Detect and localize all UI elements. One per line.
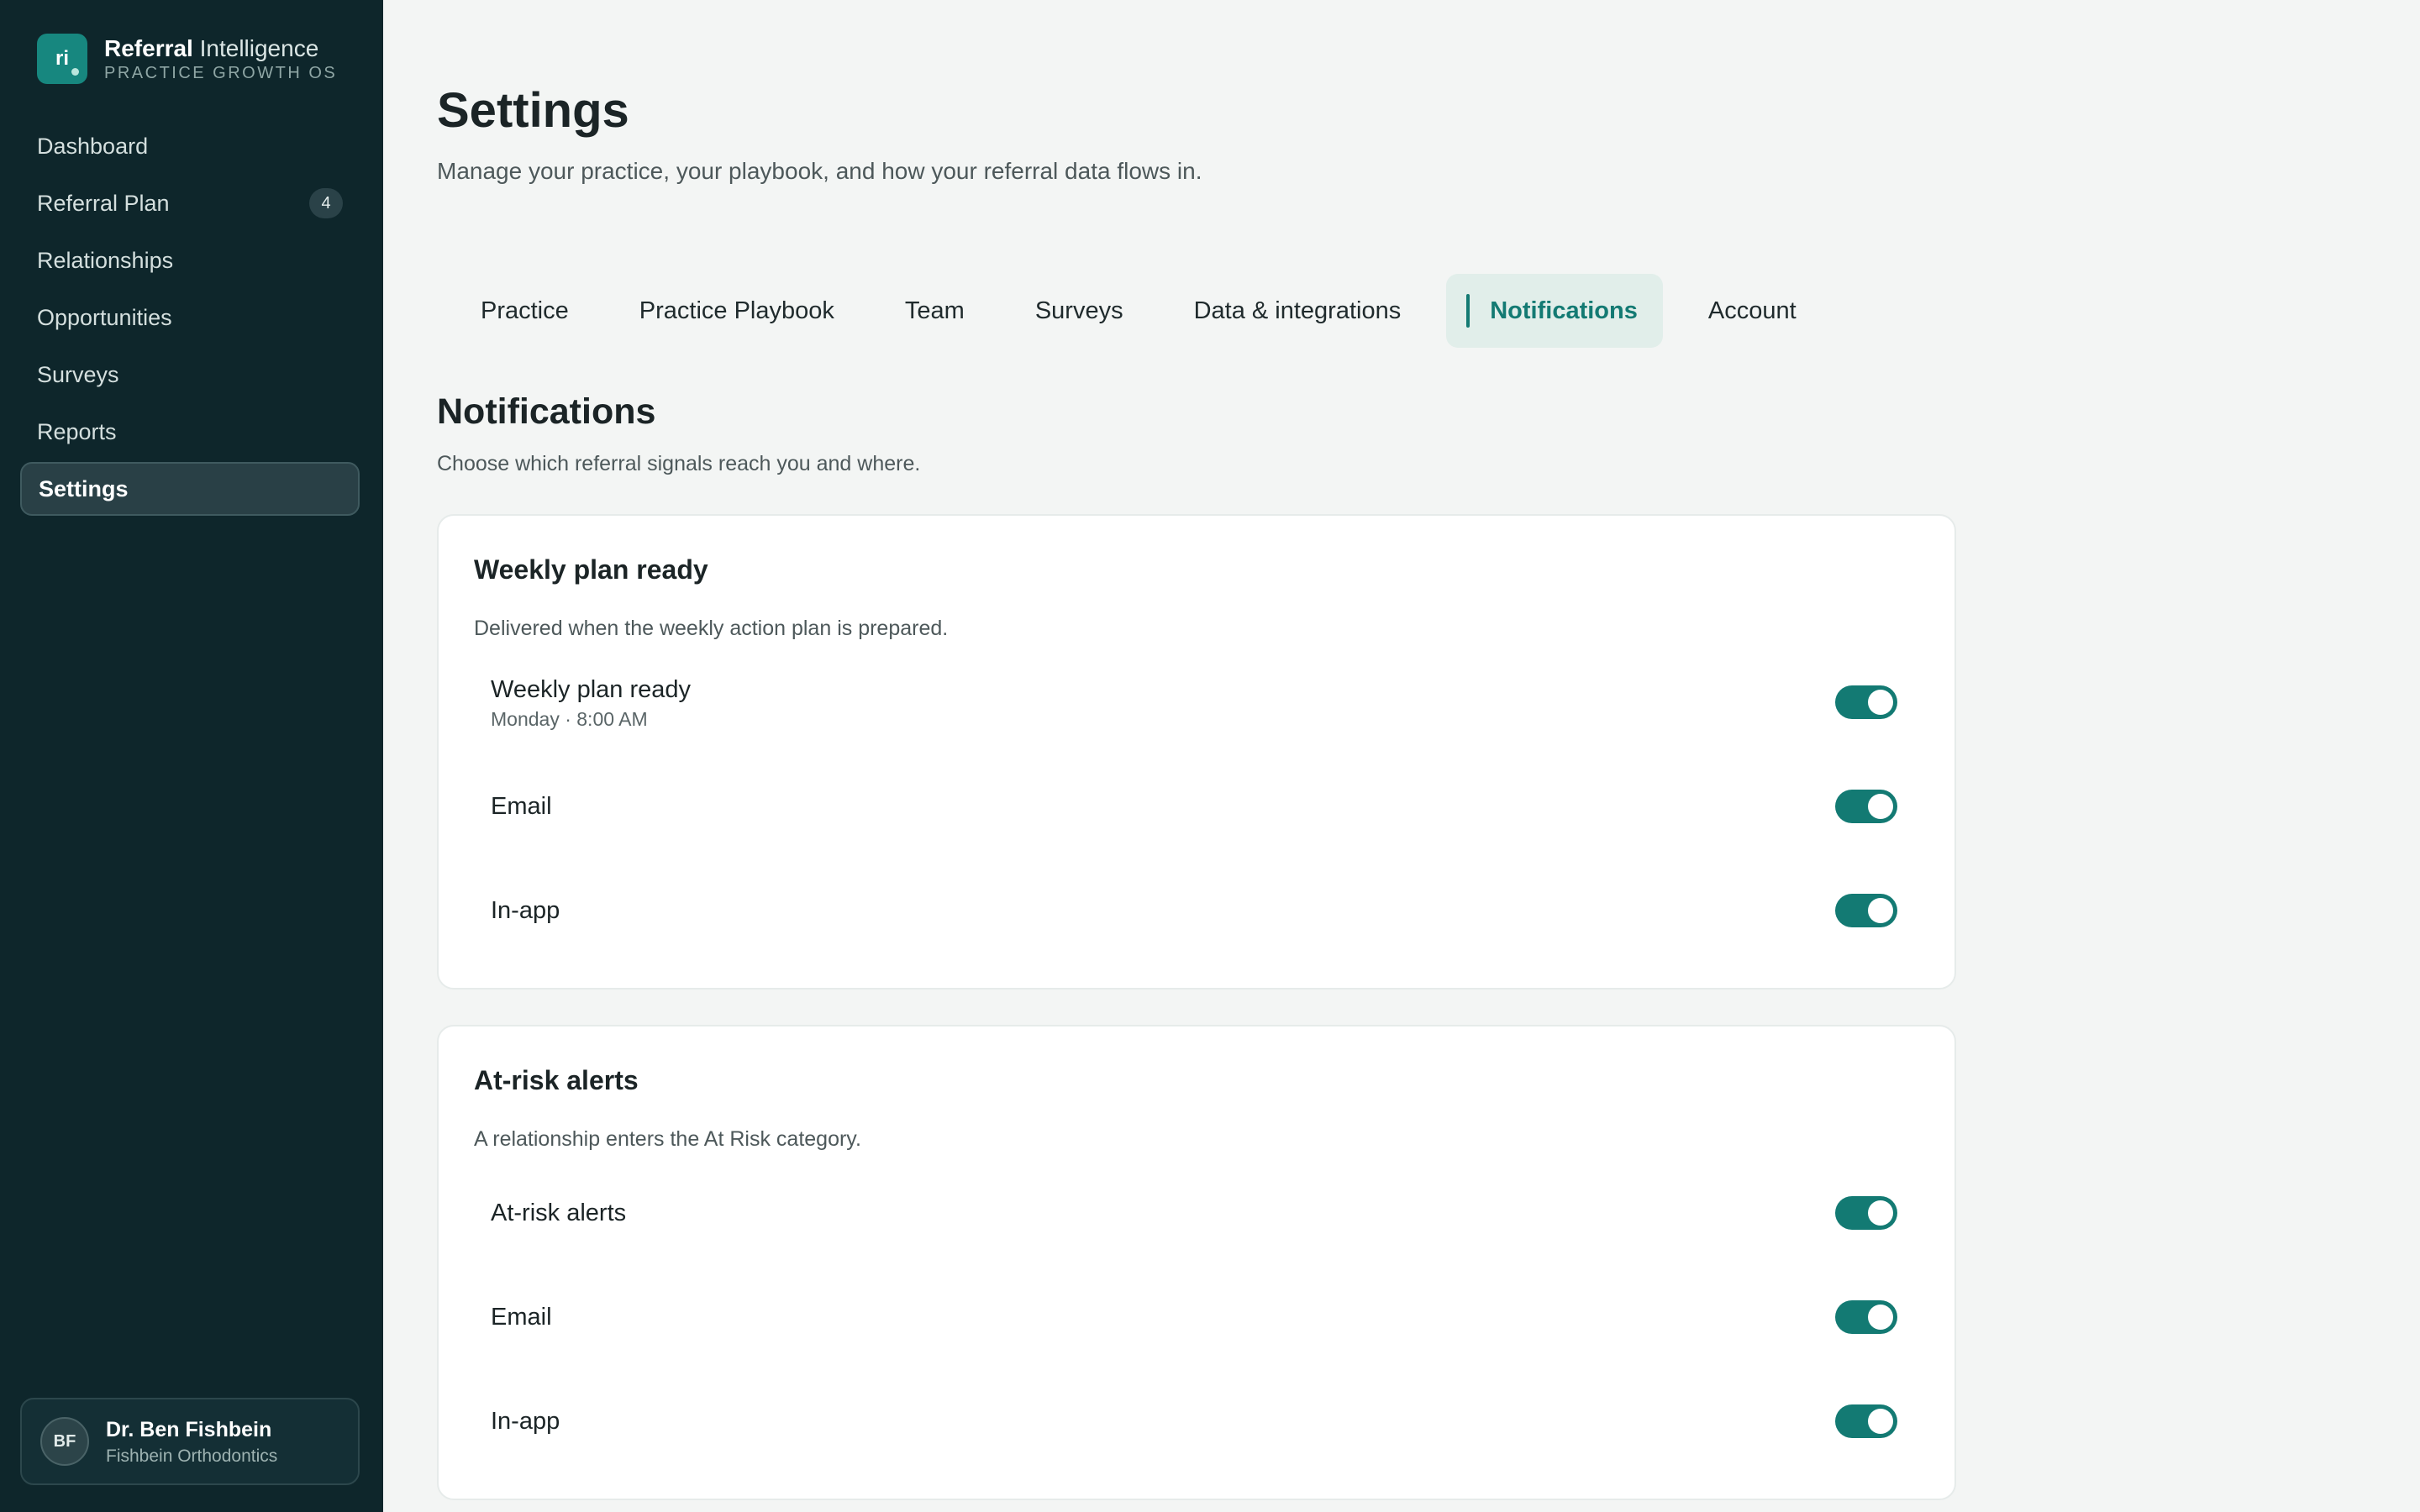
setting-row: In-app [491, 877, 1897, 944]
brand-subtitle: PRACTICE GROWTH OS [104, 63, 338, 82]
setting-label: In-app [491, 1408, 560, 1435]
setting-label: In-app [491, 897, 560, 924]
section-subtitle: Choose which referral signals reach you … [437, 452, 921, 475]
card-description: A relationship enters the At Risk catego… [474, 1127, 861, 1151]
settings-tabs: Practice Practice Playbook Team Surveys … [437, 274, 1842, 348]
setting-row: At-risk alerts [491, 1179, 1897, 1247]
tab-team[interactable]: Team [880, 274, 990, 348]
sidebar-item-referral-plan[interactable]: Referral Plan 4 [20, 176, 360, 230]
sidebar-item-label: Dashboard [37, 133, 149, 159]
sidebar-item-opportunities[interactable]: Opportunities [20, 291, 360, 344]
sidebar-item-label: Reports [37, 418, 117, 444]
sidebar-item-label: Referral Plan [37, 190, 170, 216]
tab-data-integrations[interactable]: Data & integrations [1169, 274, 1427, 348]
sidebar-item-label: Settings [39, 475, 129, 501]
sidebar-item-dashboard[interactable]: Dashboard [20, 119, 360, 173]
setting-row: Email [491, 1284, 1897, 1351]
brand-logo-text: ri [55, 47, 69, 70]
at-risk-email-toggle[interactable] [1835, 1300, 1897, 1334]
page-subtitle: Manage your practice, your playbook, and… [437, 158, 1202, 184]
page-title: Settings [437, 83, 629, 138]
weekly-plan-toggle[interactable] [1835, 685, 1897, 719]
setting-row: Email [491, 773, 1897, 840]
tab-notifications[interactable]: Notifications [1446, 274, 1663, 348]
setting-schedule: Monday · 8:00 AM [491, 707, 648, 730]
sidebar-item-label: Relationships [37, 247, 174, 273]
sidebar-nav: Dashboard Referral Plan 4 Relationships … [20, 119, 360, 519]
setting-row-text: Weekly plan ready Monday · 8:00 AM [491, 675, 691, 731]
brand[interactable]: ri Referral Intelligence PRACTICE GROWTH… [37, 34, 337, 84]
setting-row: In-app [491, 1388, 1897, 1455]
tab-surveys[interactable]: Surveys [1010, 274, 1149, 348]
brand-text: Referral Intelligence PRACTICE GROWTH OS [104, 35, 337, 83]
notification-card-weekly-plan: Weekly plan ready Delivered when the wee… [437, 514, 1956, 990]
notification-card-at-risk: At-risk alerts A relationship enters the… [437, 1025, 1956, 1500]
card-title: Weekly plan ready [474, 554, 708, 585]
setting-label: Weekly plan ready [491, 675, 692, 703]
tab-practice-playbook[interactable]: Practice Playbook [614, 274, 860, 348]
brand-name-bold: Referral [104, 34, 193, 61]
avatar: BF [40, 1417, 89, 1466]
brand-name: Referral Intelligence [104, 35, 337, 62]
sidebar-item-reports[interactable]: Reports [20, 405, 360, 459]
user-name: Dr. Ben Fishbein [106, 1418, 272, 1441]
sidebar: ri Referral Intelligence PRACTICE GROWTH… [0, 0, 383, 1512]
logo-dot-icon [71, 68, 79, 76]
brand-name-light: Intelligence [192, 34, 319, 61]
user-text: Dr. Ben Fishbein Fishbein Orthodontics [106, 1416, 277, 1467]
section-title: Notifications [437, 391, 656, 432]
user-card[interactable]: BF Dr. Ben Fishbein Fishbein Orthodontic… [20, 1398, 360, 1485]
setting-row: Weekly plan ready Monday · 8:00 AM [491, 669, 1897, 736]
sidebar-item-label: Opportunities [37, 304, 172, 330]
count-badge: 4 [309, 188, 343, 218]
setting-label: Email [491, 1304, 552, 1331]
sidebar-item-surveys[interactable]: Surveys [20, 348, 360, 402]
weekly-plan-in-app-toggle[interactable] [1835, 894, 1897, 927]
user-org: Fishbein Orthodontics [106, 1446, 278, 1466]
tab-account[interactable]: Account [1683, 274, 1822, 348]
sidebar-item-label: Surveys [37, 361, 119, 387]
card-description: Delivered when the weekly action plan is… [474, 617, 949, 640]
tab-practice[interactable]: Practice [437, 274, 594, 348]
setting-label: At-risk alerts [491, 1200, 627, 1226]
weekly-plan-email-toggle[interactable] [1835, 790, 1897, 823]
sidebar-item-settings[interactable]: Settings [20, 462, 360, 516]
sidebar-item-relationships[interactable]: Relationships [20, 234, 360, 287]
brand-logo: ri [37, 34, 87, 84]
card-title: At-risk alerts [474, 1065, 639, 1095]
at-risk-in-app-toggle[interactable] [1835, 1404, 1897, 1438]
setting-label: Email [491, 793, 552, 820]
at-risk-toggle[interactable] [1835, 1196, 1897, 1230]
